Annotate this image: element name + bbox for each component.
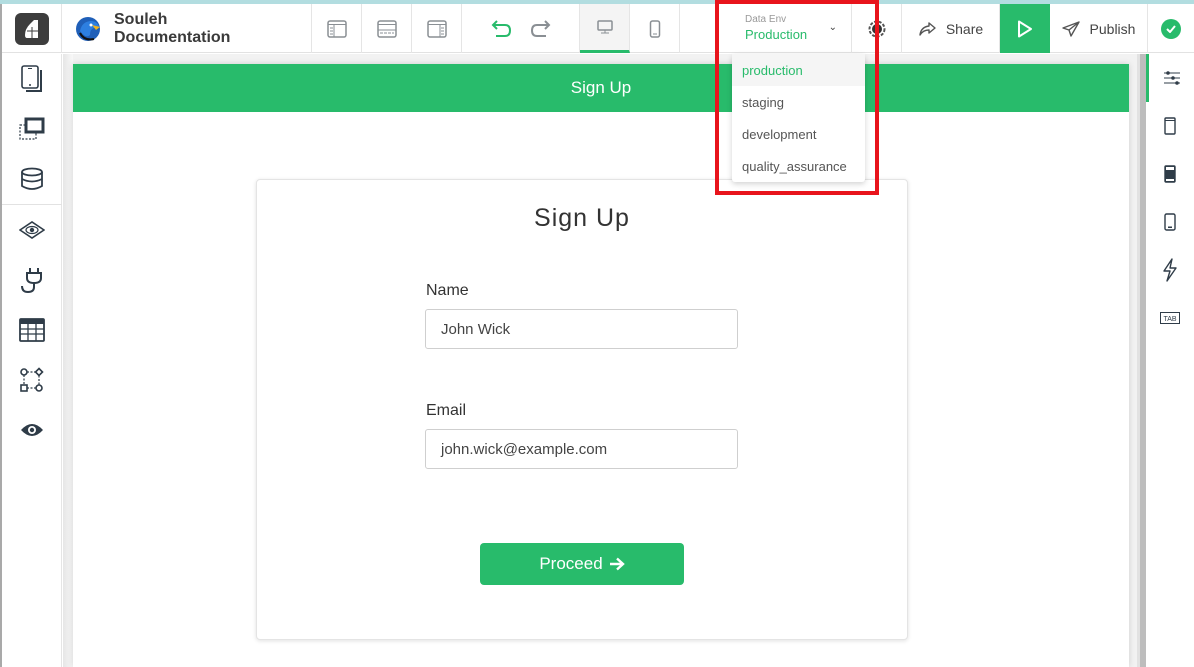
eagle-logo-icon — [76, 16, 100, 41]
sidebar-item-database[interactable] — [2, 154, 62, 204]
sidebar-item-table[interactable] — [2, 305, 62, 355]
right-sidebar: TAB — [1146, 54, 1194, 667]
email-label: Email — [426, 402, 467, 419]
brand-line-2: Documentation — [114, 28, 231, 46]
desktop-icon — [596, 20, 613, 34]
page-preview[interactable]: Sign Up Sign Up Name John Wick Email joh… — [73, 64, 1129, 667]
proceed-button[interactable]: Proceed — [480, 543, 684, 585]
publish-label: Publish — [1089, 20, 1136, 37]
env-option-development[interactable]: development — [732, 118, 865, 150]
brand-line-1: Souleh — [114, 10, 168, 28]
history-controls — [462, 4, 580, 53]
name-input[interactable]: John Wick — [425, 309, 738, 349]
right-item-device-phone[interactable] — [1146, 198, 1194, 246]
right-item-device-tablet[interactable] — [1146, 102, 1194, 150]
canvas-scrollbar[interactable] — [1137, 54, 1146, 667]
right-item-device-filled[interactable] — [1146, 150, 1194, 198]
project-brand: Souleh Documentation — [62, 4, 312, 53]
properties-icon — [1163, 71, 1180, 85]
view-icon — [21, 424, 43, 436]
device-filled-icon — [1164, 165, 1176, 183]
publish-button[interactable]: Publish — [1050, 4, 1148, 53]
redo-icon[interactable] — [530, 19, 552, 39]
status-ok[interactable] — [1148, 4, 1193, 53]
env-option-production[interactable]: production — [732, 54, 865, 86]
check-circle-icon — [1160, 18, 1181, 39]
env-option-quality-assurance[interactable]: quality_assurance — [732, 150, 865, 182]
undo-icon[interactable] — [490, 19, 512, 39]
signup-card[interactable]: Sign Up Name John Wick Email john.wick@e… — [256, 179, 908, 640]
canvas-shadow — [63, 54, 73, 667]
components-icon — [19, 117, 45, 140]
workflow-icon — [20, 367, 44, 392]
preview-play-button[interactable] — [1000, 4, 1050, 53]
logo-icon — [14, 12, 49, 45]
layout-header-footer-button[interactable] — [362, 4, 412, 53]
layout-header-footer-icon — [376, 19, 397, 38]
sidebar-item-components[interactable] — [2, 104, 62, 154]
share-label: Share — [945, 20, 984, 37]
plugins-icon — [21, 268, 42, 294]
send-icon — [1061, 20, 1080, 37]
data-env-select[interactable]: Data Env Production ⌄ — [718, 4, 852, 53]
data-env-value: Production — [745, 26, 808, 42]
sidebar-item-view[interactable] — [2, 405, 62, 455]
data-env-label: Data Env — [745, 13, 787, 25]
svg-text:TAB: TAB — [1163, 316, 1176, 323]
preview-layers-icon — [19, 221, 45, 239]
left-sidebar — [2, 54, 62, 667]
pages-icon — [21, 65, 42, 92]
layout-left-sidebar-icon — [326, 19, 347, 38]
database-icon — [21, 167, 43, 190]
name-label: Name — [426, 282, 469, 299]
layout-left-sidebar-button[interactable] — [312, 4, 362, 53]
card-title: Sign Up — [534, 204, 630, 232]
sidebar-item-pages[interactable] — [2, 54, 62, 104]
proceed-label: Proceed — [539, 554, 603, 573]
email-input[interactable]: john.wick@example.com — [425, 429, 738, 469]
share-icon — [919, 21, 936, 36]
table-icon — [19, 318, 45, 342]
toolbar-spacer — [680, 4, 718, 53]
arrow-right-icon — [609, 557, 625, 571]
actions-icon — [1163, 258, 1177, 282]
device-desktop-button[interactable] — [580, 4, 630, 53]
mobile-icon — [649, 19, 660, 38]
app-logo[interactable] — [2, 4, 62, 53]
top-toolbar: Souleh Documentation Data Env Production… — [2, 4, 1194, 53]
layout-right-sidebar-icon — [426, 19, 447, 38]
device-phone-icon — [1164, 213, 1176, 231]
tab-icon: TAB — [1160, 312, 1180, 324]
share-button[interactable]: Share — [902, 4, 1000, 53]
right-item-tab[interactable]: TAB — [1146, 294, 1194, 342]
device-mobile-button[interactable] — [630, 4, 680, 53]
play-icon — [1018, 20, 1032, 37]
sidebar-item-plugins[interactable] — [2, 255, 62, 305]
right-item-properties[interactable] — [1146, 54, 1194, 102]
settings-button[interactable] — [852, 4, 902, 53]
layout-right-sidebar-button[interactable] — [412, 4, 462, 53]
page-header[interactable]: Sign Up — [73, 64, 1129, 112]
env-option-staging[interactable]: staging — [732, 86, 865, 118]
editor-canvas: Sign Up Sign Up Name John Wick Email joh… — [63, 54, 1143, 667]
sidebar-item-workflow[interactable] — [2, 355, 62, 405]
device-tablet-icon — [1164, 117, 1176, 135]
right-item-actions[interactable] — [1146, 246, 1194, 294]
gear-icon — [868, 20, 885, 37]
data-env-dropdown: production staging development quality_a… — [732, 54, 865, 182]
chevron-down-icon: ⌄ — [828, 22, 837, 33]
sidebar-item-layers[interactable] — [2, 205, 62, 255]
